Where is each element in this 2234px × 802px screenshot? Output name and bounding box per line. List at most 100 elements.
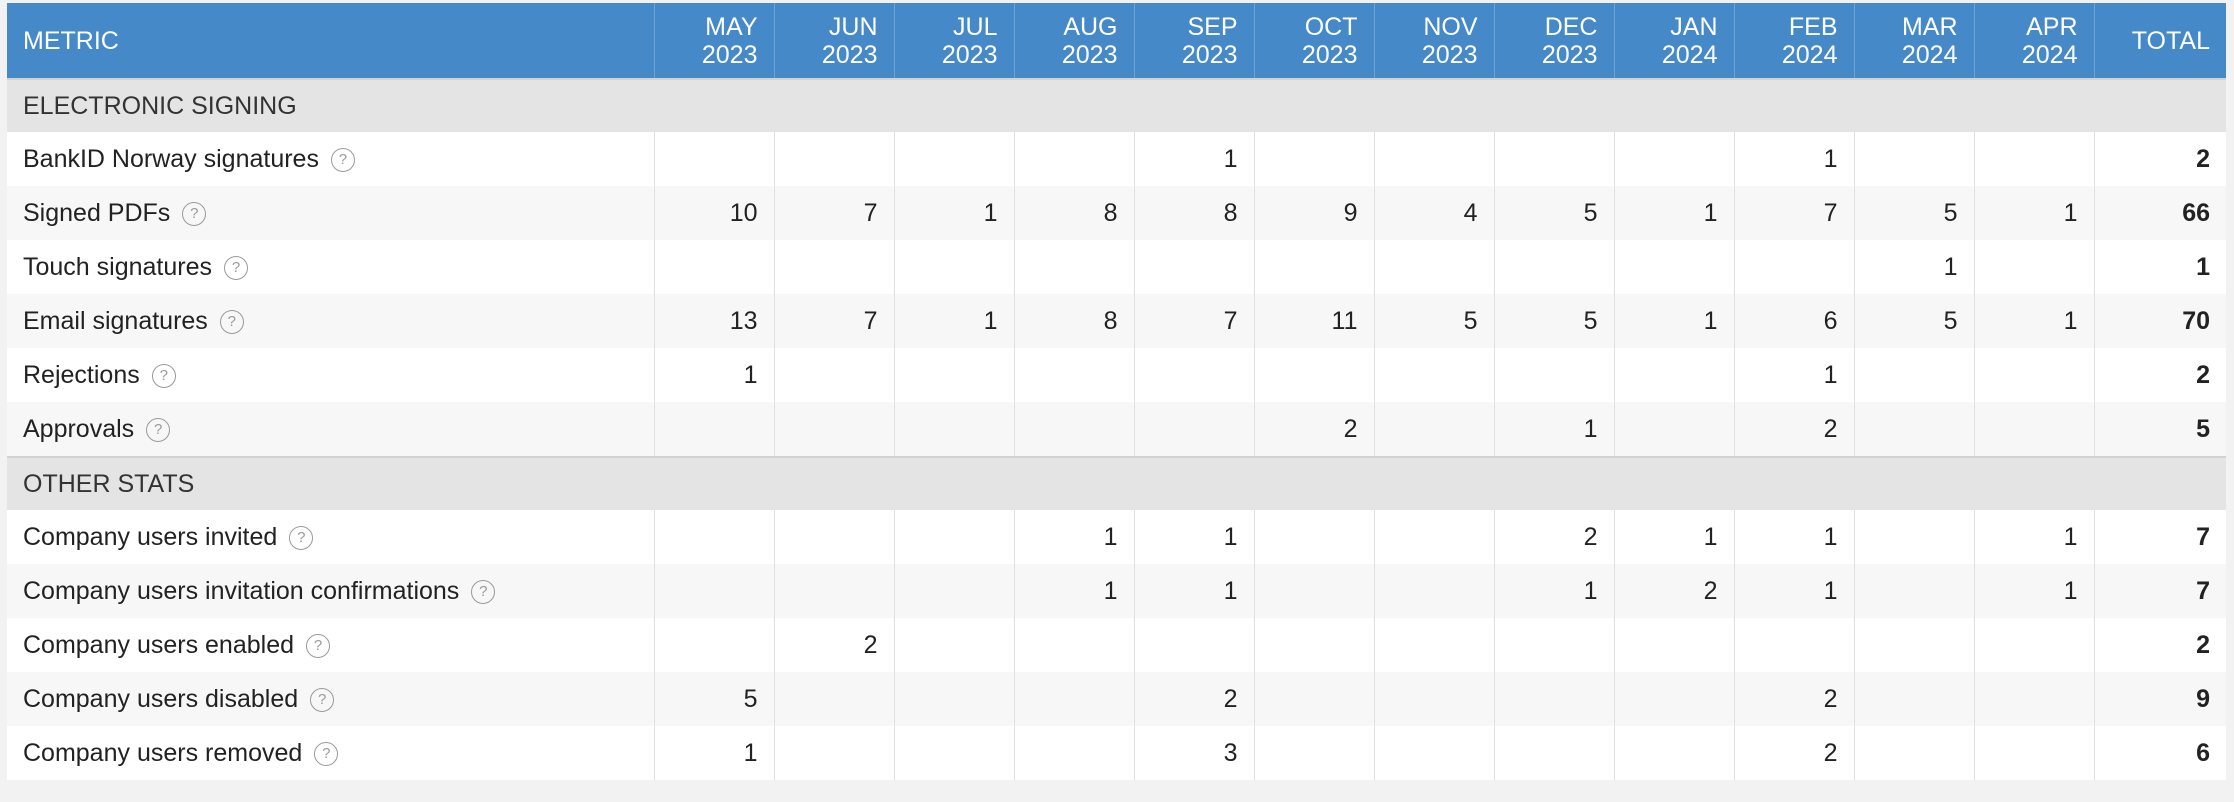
- value-cell: [773, 564, 894, 618]
- help-icon[interactable]: ?: [151, 363, 176, 388]
- value-cell: 1: [1613, 510, 1734, 564]
- value-cell: 13: [653, 294, 774, 348]
- value-cell: [893, 726, 1014, 780]
- value-cell: [1973, 240, 2094, 294]
- value-cell: [1253, 348, 1374, 402]
- value-cell: 2: [1613, 564, 1734, 618]
- value-cell: [1133, 348, 1254, 402]
- value-cell: [1253, 564, 1374, 618]
- value-cell: [1253, 726, 1374, 780]
- value-cell: [1253, 240, 1374, 294]
- value-cell: [1013, 402, 1134, 457]
- metric-cell: Signed PDFs?: [7, 186, 654, 240]
- value-cell: [1133, 618, 1254, 672]
- column-header-month: APR 2024: [1973, 3, 2094, 79]
- value-cell: [1613, 348, 1734, 402]
- month-label: SEP: [1187, 12, 1238, 41]
- value-cell: [1373, 564, 1494, 618]
- month-label: NOV: [1423, 12, 1478, 41]
- table-row: Rejections? 1 1 2: [7, 348, 2226, 402]
- year-label: 2023: [1181, 40, 1238, 69]
- value-cell: 4: [1373, 186, 1494, 240]
- total-cell: 70: [2093, 294, 2226, 348]
- value-cell: [1253, 510, 1374, 564]
- value-cell: 5: [653, 672, 774, 726]
- value-cell: [893, 240, 1014, 294]
- total-cell: 7: [2093, 510, 2226, 564]
- value-cell: [893, 510, 1014, 564]
- total-cell: 5: [2093, 402, 2226, 457]
- month-label: DEC: [1544, 12, 1598, 41]
- value-cell: 1: [1613, 294, 1734, 348]
- year-label: 2024: [1781, 40, 1838, 69]
- header-row: METRIC MAY 2023 JUN 2023 JUL 2023 AUG 2023 SEP 20…: [7, 3, 2226, 79]
- value-cell: [773, 510, 894, 564]
- value-cell: [1253, 132, 1374, 186]
- value-cell: [893, 672, 1014, 726]
- help-icon[interactable]: ?: [330, 147, 355, 172]
- value-cell: [1973, 672, 2094, 726]
- value-cell: [653, 564, 774, 618]
- value-cell: 1: [1013, 510, 1134, 564]
- value-cell: 2: [1253, 402, 1374, 457]
- value-cell: [653, 510, 774, 564]
- value-cell: [1613, 132, 1734, 186]
- value-cell: [773, 402, 894, 457]
- total-cell: 7: [2093, 564, 2226, 618]
- help-icon[interactable]: ?: [224, 255, 249, 280]
- metric-cell: Company users invitation confirmations?: [7, 564, 654, 618]
- help-icon[interactable]: ?: [182, 201, 207, 226]
- section-header-row: OTHER STATS: [7, 456, 2226, 510]
- value-cell: 1: [1973, 510, 2094, 564]
- total-cell: 66: [2093, 186, 2226, 240]
- section-header-row: ELECTRONIC SIGNING: [7, 78, 2226, 132]
- value-cell: [1973, 726, 2094, 780]
- value-cell: 2: [1733, 402, 1854, 457]
- total-cell: 2: [2093, 348, 2226, 402]
- help-icon[interactable]: ?: [471, 579, 496, 604]
- value-cell: [1133, 402, 1254, 457]
- section-title: ELECTRONIC SIGNING: [7, 78, 2226, 132]
- value-cell: 1: [1133, 510, 1254, 564]
- value-cell: [1853, 402, 1974, 457]
- value-cell: 1: [893, 186, 1014, 240]
- value-cell: [1373, 618, 1494, 672]
- value-cell: [893, 402, 1014, 457]
- stats-table: METRIC MAY 2023 JUN 2023 JUL 2023 AUG 2023 SEP 20…: [7, 3, 2226, 780]
- value-cell: 1: [1733, 564, 1854, 618]
- value-cell: [1373, 510, 1494, 564]
- value-cell: 1: [1493, 402, 1614, 457]
- table-row: Company users enabled? 2 2: [7, 618, 2226, 672]
- value-cell: [653, 618, 774, 672]
- value-cell: 8: [1013, 294, 1134, 348]
- value-cell: [1493, 132, 1614, 186]
- value-cell: [1373, 402, 1494, 457]
- year-label: 2024: [1661, 40, 1718, 69]
- help-icon[interactable]: ?: [146, 417, 171, 442]
- help-icon[interactable]: ?: [289, 525, 314, 550]
- value-cell: [1373, 726, 1494, 780]
- metric-name: Company users enabled: [23, 630, 294, 659]
- value-cell: 9: [1253, 186, 1374, 240]
- help-icon[interactable]: ?: [219, 309, 244, 334]
- help-icon[interactable]: ?: [310, 687, 335, 712]
- column-header-month: MAR 2024: [1853, 3, 1974, 79]
- value-cell: 2: [773, 618, 894, 672]
- value-cell: [1493, 348, 1614, 402]
- value-cell: 1: [1013, 564, 1134, 618]
- value-cell: 1: [1973, 564, 2094, 618]
- total-cell: 1: [2093, 240, 2226, 294]
- metric-cell: Company users invited?: [7, 510, 654, 564]
- value-cell: [773, 132, 894, 186]
- section-title: OTHER STATS: [7, 456, 2226, 510]
- metric-cell: Touch signatures?: [7, 240, 654, 294]
- value-cell: 5: [1493, 186, 1614, 240]
- metric-cell: Email signatures?: [7, 294, 654, 348]
- help-icon[interactable]: ?: [314, 741, 339, 766]
- value-cell: 8: [1133, 186, 1254, 240]
- value-cell: [1613, 240, 1734, 294]
- column-header-month: JUL 2023: [893, 3, 1014, 79]
- help-icon[interactable]: ?: [306, 633, 330, 658]
- value-cell: [1973, 618, 2094, 672]
- value-cell: 1: [1733, 510, 1854, 564]
